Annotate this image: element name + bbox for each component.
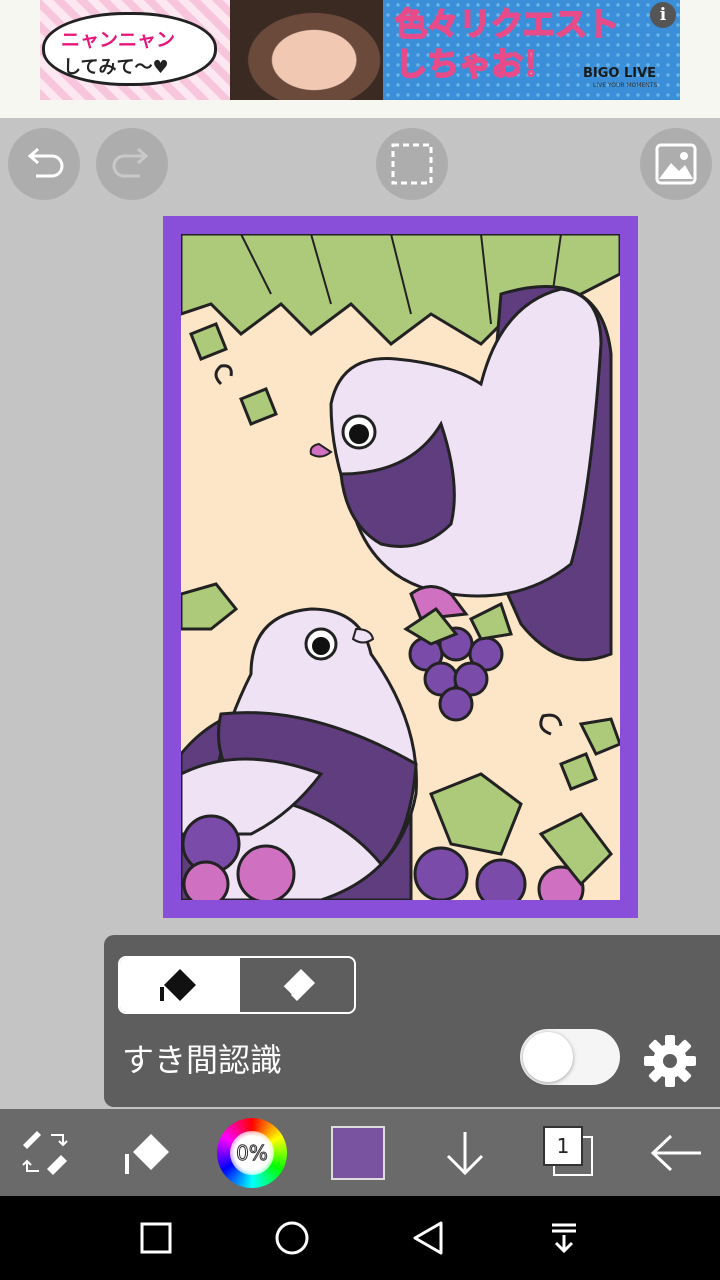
ad-brand-sub: LIVE YOUR MOMENTS — [593, 82, 658, 89]
ad-image-left[interactable]: ニャンニャン してみて〜♥ — [40, 0, 383, 100]
undo-arrow-icon — [27, 147, 64, 178]
recents-button[interactable] — [116, 1196, 196, 1280]
bucket-fill-icon — [160, 969, 196, 1001]
bucket-fill-icon — [125, 1133, 169, 1174]
ad-banner[interactable]: ニャンニャン してみて〜♥ 色々リクエスト しちゃお！ BIGO LIVE LI… — [0, 0, 720, 118]
square-icon — [140, 1222, 172, 1254]
back-button[interactable] — [640, 1109, 710, 1196]
eraser-icon — [282, 969, 315, 1001]
image-button[interactable] — [640, 128, 712, 200]
down-arrow-icon — [446, 1131, 484, 1175]
current-color-button[interactable] — [328, 1109, 388, 1196]
image-icon — [655, 143, 697, 185]
circle-icon — [275, 1221, 309, 1255]
tool-switch-button[interactable] — [10, 1109, 80, 1196]
opacity-label: 0% — [230, 1130, 274, 1175]
current-color-swatch — [331, 1125, 385, 1180]
drawing-canvas[interactable] — [181, 234, 620, 900]
home-button[interactable] — [252, 1196, 332, 1280]
bottom-toolbar: 0% 1 — [0, 1109, 720, 1196]
fill-tool-button[interactable] — [112, 1109, 182, 1196]
undo-button[interactable] — [8, 128, 80, 200]
layer-count: 1 — [543, 1125, 583, 1166]
layers-button[interactable]: 1 — [538, 1109, 602, 1196]
gear-icon[interactable] — [642, 1033, 698, 1089]
back-arrow-icon — [650, 1134, 701, 1171]
fill-mode-segment — [118, 956, 356, 1014]
fill-mode-button[interactable] — [120, 958, 240, 1012]
ad-speech-bubble: ニャンニャン してみて〜♥ — [42, 12, 217, 86]
ad-image-right[interactable]: 色々リクエスト しちゃお！ BIGO LIVE LIVE YOUR MOMENT… — [383, 0, 680, 100]
gap-detection-label: すき間認識 — [122, 1041, 283, 1079]
redo-button[interactable] — [96, 128, 168, 200]
toggle-knob — [523, 1032, 573, 1082]
ad-bubble-line1: ニャンニャン — [61, 29, 176, 51]
color-wheel-icon: 0% — [217, 1117, 287, 1188]
artwork — [181, 234, 620, 900]
selection-button[interactable] — [376, 128, 448, 200]
gap-detection-toggle[interactable] — [520, 1029, 620, 1085]
notification-pull-button[interactable] — [524, 1196, 604, 1280]
ad-photo — [230, 0, 383, 100]
layers-icon: 1 — [543, 1125, 597, 1180]
system-nav-bar — [0, 1196, 720, 1280]
pen-eraser-switch-icon — [22, 1130, 68, 1175]
ad-brand: BIGO LIVE — [583, 66, 657, 81]
pull-down-icon — [552, 1223, 576, 1254]
erase-mode-button[interactable] — [240, 958, 354, 1012]
color-wheel-button[interactable]: 0% — [214, 1109, 290, 1196]
download-button[interactable] — [430, 1109, 500, 1196]
triangle-back-icon — [413, 1221, 443, 1255]
redo-arrow-icon — [112, 147, 149, 178]
ad-bubble-line2: してみて〜♥ — [63, 57, 169, 78]
nav-back-button[interactable] — [388, 1196, 468, 1280]
selection-rect-icon — [391, 143, 433, 185]
ad-info-icon[interactable]: i — [650, 2, 676, 28]
fill-settings-panel: すき間認識 — [104, 935, 720, 1107]
canvas-frame[interactable] — [163, 216, 638, 918]
